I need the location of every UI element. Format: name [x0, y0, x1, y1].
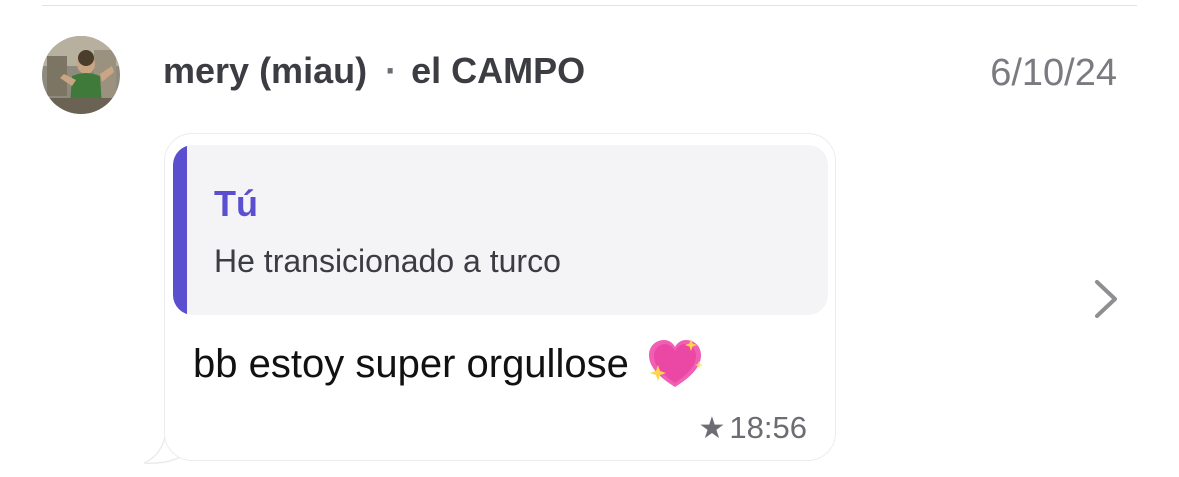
group-name: el CAMPO	[411, 50, 586, 91]
sparkling-heart-icon	[648, 339, 703, 387]
quote-accent-bar	[173, 145, 187, 315]
conversation-header[interactable]: mery (miau) · el CAMPO	[163, 50, 585, 92]
avatar-photo	[42, 36, 120, 114]
star-icon: ★	[698, 411, 726, 445]
message-text: bb estoy super orgullose	[193, 341, 629, 386]
quote-text: He transicionado a turco	[214, 243, 561, 279]
top-divider	[42, 5, 1137, 6]
quote-author: Tú	[214, 183, 258, 224]
header-separator: ·	[385, 50, 398, 91]
sender-name: mery (miau)	[163, 50, 368, 91]
avatar[interactable]	[42, 36, 120, 114]
message-meta: ★ 18:56	[699, 410, 807, 446]
chevron-right-icon[interactable]	[1089, 278, 1121, 320]
message-date: 6/10/24	[990, 52, 1117, 94]
quoted-reply[interactable]: Tú He transicionado a turco	[173, 145, 828, 315]
message-time: 18:56	[729, 410, 807, 445]
message-text-row: bb estoy super orgullose	[193, 337, 705, 391]
